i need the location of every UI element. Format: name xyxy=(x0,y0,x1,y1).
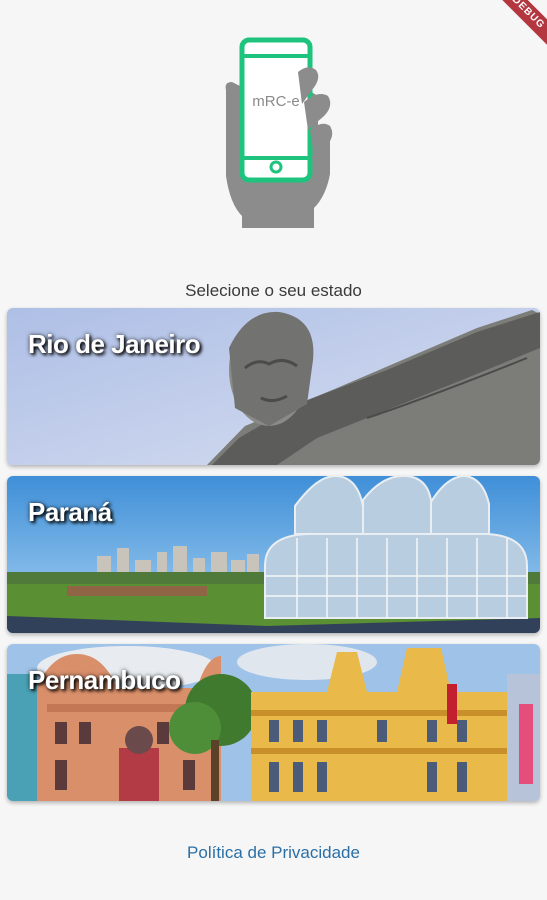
debug-banner-label: DEBUG xyxy=(489,0,547,52)
state-label-pernambuco: Pernambuco xyxy=(28,665,181,695)
privacy-policy-link[interactable]: Política de Privacidade xyxy=(0,843,547,863)
state-label-rio-de-janeiro: Rio de Janeiro xyxy=(28,329,201,359)
app-logo: mRC-e xyxy=(225,37,333,228)
hand-holding-phone-icon: mRC-e xyxy=(225,37,333,228)
page-subtitle: Selecione o seu estado xyxy=(185,281,362,300)
state-label-parana: Paraná xyxy=(28,497,112,527)
state-card-rio-de-janeiro[interactable]: Rio de Janeiro xyxy=(7,308,540,465)
state-card-pernambuco[interactable]: Pernambuco xyxy=(7,644,540,801)
debug-banner: DEBUG xyxy=(487,0,547,60)
state-card-parana[interactable]: Paraná xyxy=(7,476,540,633)
logo-text: mRC-e xyxy=(252,93,300,110)
